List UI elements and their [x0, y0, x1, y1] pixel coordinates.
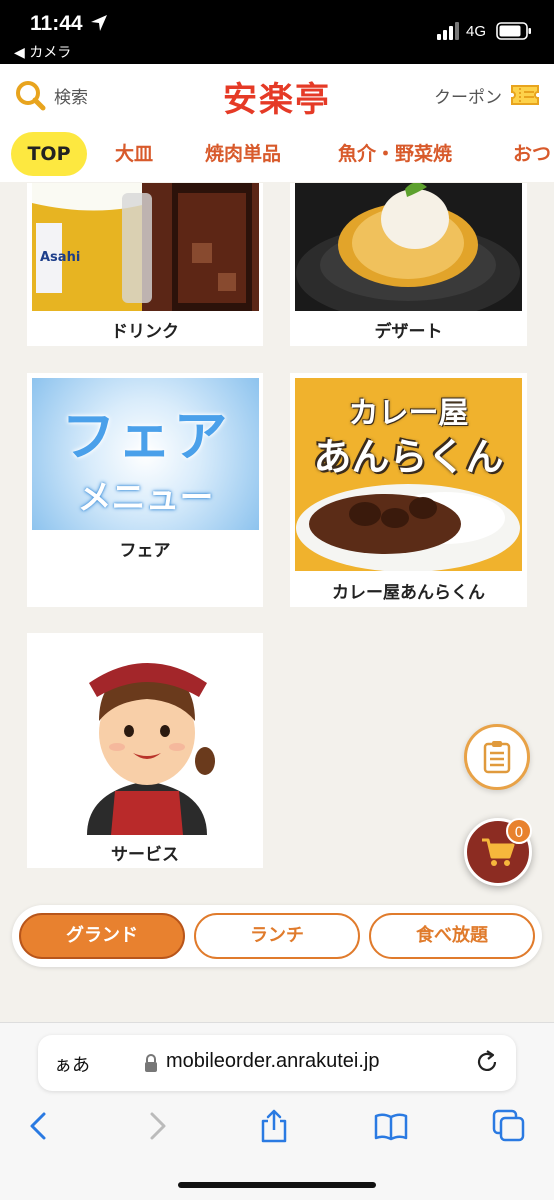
network-type: 4G [466, 23, 487, 40]
browser-toolbar: ぁあ mobileorder.anrakutei.jp [0, 1022, 554, 1200]
back-icon[interactable] [22, 1109, 56, 1143]
curry-image: カレー屋 あんらくん [295, 378, 522, 571]
cellular-signal-icon [437, 22, 459, 40]
clipboard-icon [483, 741, 511, 774]
status-time: 11:44 [30, 12, 83, 35]
tab-top[interactable]: TOP [11, 132, 87, 176]
staff-illustration [87, 663, 215, 835]
cart-icon [482, 838, 515, 866]
category-tabs: TOP 大皿 焼肉単品 魚介・野菜焼 おつ [0, 126, 554, 182]
card-caption: カレー屋あんらくん [332, 583, 485, 603]
fair-image: フェア メニュー [32, 378, 259, 530]
reader-settings-button[interactable]: ぁあ [54, 1051, 90, 1077]
menu-card-curry[interactable]: カレー屋 あんらくん カレー屋あんらくん [290, 373, 527, 607]
tab-snacks[interactable]: おつ [513, 132, 551, 176]
location-arrow-icon [91, 15, 107, 31]
battery-icon [496, 22, 531, 40]
home-indicator [178, 1182, 376, 1188]
cart-count-badge: 0 [506, 818, 532, 844]
coupon-button[interactable]: クーポン [434, 80, 540, 110]
status-bar: 11:44 ◀ カメラ 4G [0, 0, 554, 64]
forward-icon[interactable] [140, 1109, 174, 1143]
menu-card-service[interactable]: サービス [27, 633, 263, 868]
menu-card-dessert[interactable]: デザート [290, 183, 527, 346]
url-text: mobileorder.anrakutei.jp [166, 1050, 380, 1072]
ticket-icon [511, 85, 539, 105]
menu-card-drink[interactable]: Asahi ドリンク [27, 183, 263, 346]
coupon-label: クーポン [434, 87, 502, 108]
card-caption: フェア [119, 541, 171, 561]
dessert-image [295, 183, 522, 311]
fair-image-subtitle: メニュー [77, 478, 214, 518]
bookmarks-icon[interactable] [374, 1109, 408, 1143]
card-caption: サービス [111, 845, 179, 865]
menu-card-fair[interactable]: フェア メニュー フェア [27, 373, 263, 607]
fair-image-title: フェア [61, 405, 230, 468]
address-bar[interactable]: ぁあ mobileorder.anrakutei.jp [38, 1035, 516, 1091]
svg-text:Asahi: Asahi [40, 250, 80, 265]
app-header: 検索 安楽亭 クーポン [0, 64, 554, 126]
menu-type-lunch[interactable]: ランチ [194, 913, 360, 959]
drink-image: Asahi [32, 183, 259, 311]
tab-seafood-vegetable[interactable]: 魚介・野菜焼 [338, 132, 452, 176]
share-icon[interactable] [257, 1109, 291, 1143]
order-history-button[interactable] [464, 724, 530, 790]
menu-type-grand[interactable]: グランド [19, 913, 185, 959]
reload-icon[interactable] [474, 1049, 500, 1075]
curry-image-subtitle: あんらくん [313, 435, 504, 479]
menu-type-all-you-can-eat[interactable]: 食べ放題 [369, 913, 535, 959]
back-to-camera-link[interactable]: ◀ カメラ [14, 42, 71, 62]
tabs-icon[interactable] [492, 1109, 526, 1143]
card-caption: ドリンク [111, 322, 179, 342]
lock-icon [145, 1054, 157, 1072]
curry-plate-illustration [296, 484, 520, 571]
tab-large-plate[interactable]: 大皿 [115, 132, 153, 176]
card-caption: デザート [374, 322, 443, 342]
tab-yakiniku-single[interactable]: 焼肉単品 [205, 132, 281, 176]
menu-type-selector: グランド ランチ 食べ放題 [12, 905, 542, 967]
